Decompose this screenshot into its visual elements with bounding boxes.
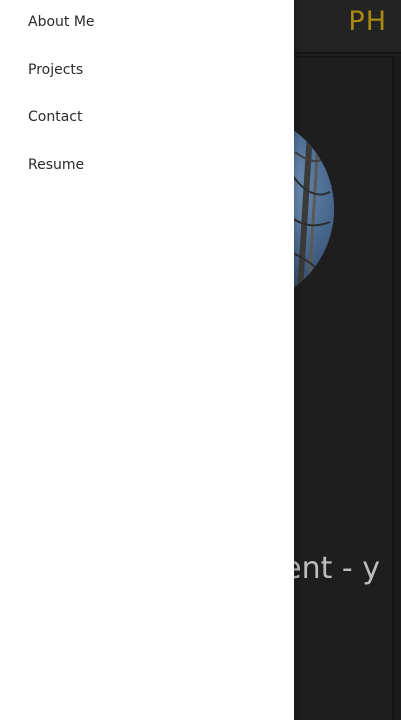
- drawer-item-resume: Resume: [28, 154, 95, 202]
- nav-link-resume[interactable]: Resume: [28, 155, 84, 175]
- drawer-item-contact: Contact: [28, 106, 95, 154]
- drawer-menu: About Me Projects Contact Resume: [28, 11, 95, 201]
- drawer-item-projects: Projects: [28, 59, 95, 107]
- nav-link-about-me[interactable]: About Me: [28, 12, 95, 32]
- drawer-item-about-me: About Me: [28, 11, 95, 59]
- nav-link-projects[interactable]: Projects: [28, 60, 83, 80]
- nav-link-contact[interactable]: Contact: [28, 107, 82, 127]
- navigation-drawer: About Me Projects Contact Resume: [0, 0, 294, 720]
- page: PH m su k dent - y About: [0, 0, 401, 720]
- content-edge: [395, 56, 401, 720]
- brand-logo[interactable]: PH: [348, 6, 387, 37]
